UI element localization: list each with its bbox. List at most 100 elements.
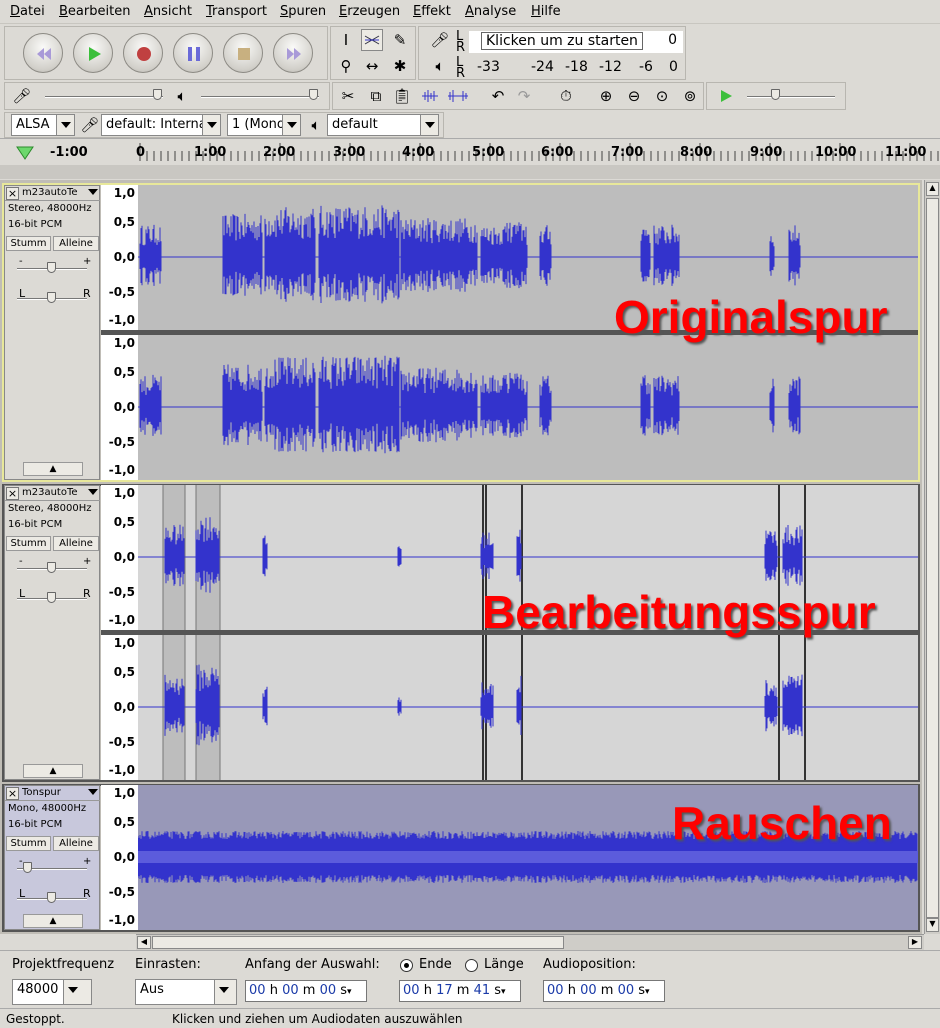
skip-start-button[interactable] (23, 33, 63, 73)
pan-thumb[interactable] (47, 292, 56, 303)
speed-slider[interactable] (747, 96, 835, 98)
waveform-channel[interactable] (138, 335, 918, 480)
record-button[interactable] (123, 33, 163, 73)
host-select[interactable]: ALSA (11, 114, 75, 136)
redo-icon[interactable]: ↷ (513, 85, 535, 107)
input-volume-slider[interactable] (45, 96, 163, 98)
scroll-left-icon[interactable]: ◀ (137, 936, 151, 949)
time-digits: 00 (403, 983, 420, 998)
scroll-up-icon[interactable]: ▲ (926, 182, 939, 196)
collapse-icon[interactable]: ▲ (23, 462, 83, 476)
playback-meter[interactable]: -33 -24 -18 -12 -6 0 (469, 57, 683, 79)
collapse-icon[interactable]: ▲ (23, 914, 83, 928)
dropdown-arrow-icon[interactable] (88, 489, 98, 495)
close-icon[interactable]: × (6, 487, 19, 500)
track-title-bar[interactable]: × m23autoTe (5, 186, 100, 201)
timeshift-tool-icon[interactable]: ↔ (361, 55, 383, 77)
dropdown-arrow-icon[interactable] (88, 789, 98, 795)
meter-tick: 0 (669, 59, 678, 75)
solo-button[interactable]: Alleine (53, 536, 99, 551)
length-radio[interactable] (465, 959, 478, 972)
undo-icon[interactable]: ↶ (487, 85, 509, 107)
draw-tool-icon[interactable]: ✎ (389, 29, 411, 51)
project-rate-select[interactable]: 48000 (12, 979, 92, 1005)
skip-end-button[interactable] (273, 33, 313, 73)
vscale-label: 1,0 (113, 336, 135, 350)
selection-start-time[interactable]: 00 h 00 m 00 s▾ (245, 980, 367, 1002)
horizontal-scrollbar[interactable]: ◀ ▶ (136, 934, 924, 950)
mute-button[interactable]: Stumm (6, 536, 51, 551)
play-button[interactable] (73, 33, 113, 73)
horizontal-scroll-thumb[interactable] (152, 936, 564, 949)
speaker-icon[interactable]: 🔈︎ (429, 55, 451, 77)
vscale-label: 0,0 (113, 250, 135, 264)
gain-minus-label: - (19, 256, 23, 267)
zoom-out-icon[interactable]: ⊖ (623, 85, 645, 107)
track-title-bar[interactable]: × m23autoTe (5, 486, 100, 501)
play-at-speed-toolbar (706, 82, 846, 110)
vertical-scroll-thumb[interactable] (926, 198, 939, 918)
cut-icon[interactable]: ✂ (337, 85, 359, 107)
vertical-scrollbar[interactable]: ▲ ▼ (924, 180, 940, 934)
paste-icon[interactable]: 📋︎ (391, 85, 413, 107)
input-volume-thumb[interactable] (153, 89, 162, 100)
chevron-down-icon[interactable]: ▾ (501, 987, 506, 997)
mute-button[interactable]: Stumm (6, 236, 51, 251)
chevron-down-icon[interactable]: ▾ (347, 987, 352, 997)
menu-ansicht[interactable]: Ansicht (144, 4, 192, 19)
menu-bearbeiten[interactable]: Bearbeiten (59, 4, 130, 19)
timeline-ruler[interactable]: -1:00 0 1:00 2:00 3:00 4:00 5:00 6:00 7:… (0, 138, 940, 180)
sync-lock-icon[interactable]: ⏱︎ (555, 85, 577, 107)
play-at-speed-icon[interactable] (715, 85, 737, 107)
chevron-down-icon[interactable]: ▾ (645, 987, 650, 997)
output-volume-thumb[interactable] (309, 89, 318, 100)
menu-hilfe[interactable]: Hilfe (531, 4, 561, 19)
waveform-channel[interactable] (138, 635, 918, 780)
zoom-in-icon[interactable]: ⊕ (595, 85, 617, 107)
selection-tool-icon[interactable]: I (335, 29, 357, 51)
zoom-tool-icon[interactable]: ⚲ (335, 55, 357, 77)
menu-effekt[interactable]: Effekt (413, 4, 451, 19)
menu-spuren[interactable]: Spuren (280, 4, 326, 19)
envelope-tool-icon[interactable] (361, 29, 383, 51)
fit-project-icon[interactable]: ⊚ (679, 85, 701, 107)
gain-thumb[interactable] (47, 262, 56, 273)
scroll-down-icon[interactable]: ▼ (926, 918, 939, 932)
menu-analyse[interactable]: Analyse (465, 4, 516, 19)
pause-button[interactable] (173, 33, 213, 73)
fit-selection-icon[interactable]: ⊙ (651, 85, 673, 107)
menu-transport[interactable]: Transport (206, 4, 267, 19)
gain-thumb[interactable] (47, 562, 56, 573)
multi-tool-icon[interactable]: ✱ (389, 55, 411, 77)
collapse-icon[interactable]: ▲ (23, 764, 83, 778)
output-volume-slider[interactable] (201, 96, 319, 98)
input-device-select[interactable]: default: Interna (101, 114, 221, 136)
microphone-icon[interactable]: 🎤︎ (429, 29, 451, 51)
output-device-select[interactable]: default (327, 114, 439, 136)
menu-erzeugen[interactable]: Erzeugen (339, 4, 400, 19)
mixer-toolbar: 🎤︎ 🔈︎ (4, 82, 330, 110)
close-icon[interactable]: × (6, 787, 19, 800)
pan-thumb[interactable] (47, 892, 56, 903)
trim-icon[interactable] (419, 85, 441, 107)
pan-thumb[interactable] (47, 592, 56, 603)
gain-thumb[interactable] (23, 862, 32, 873)
speed-thumb[interactable] (771, 89, 780, 100)
dropdown-arrow-icon[interactable] (88, 189, 98, 195)
stop-button[interactable] (223, 33, 263, 73)
scroll-right-icon[interactable]: ▶ (908, 936, 922, 949)
mute-button[interactable]: Stumm (6, 836, 51, 851)
end-radio[interactable] (400, 959, 413, 972)
copy-icon[interactable]: ⧉ (365, 85, 387, 107)
audio-position-time[interactable]: 00 h 00 m 00 s▾ (543, 980, 665, 1002)
solo-button[interactable]: Alleine (53, 836, 99, 851)
snap-select[interactable]: Aus (135, 979, 237, 1005)
track-title-bar[interactable]: × Tonspur (5, 786, 100, 801)
record-meter[interactable]: Klicken um zu starten 0 (469, 31, 683, 53)
menu-datei[interactable]: Datei (10, 4, 45, 19)
selection-end-time[interactable]: 00 h 17 m 41 s▾ (399, 980, 521, 1002)
channels-select[interactable]: 1 (Mono (227, 114, 301, 136)
close-icon[interactable]: × (6, 187, 19, 200)
silence-icon[interactable] (447, 85, 469, 107)
solo-button[interactable]: Alleine (53, 236, 99, 251)
